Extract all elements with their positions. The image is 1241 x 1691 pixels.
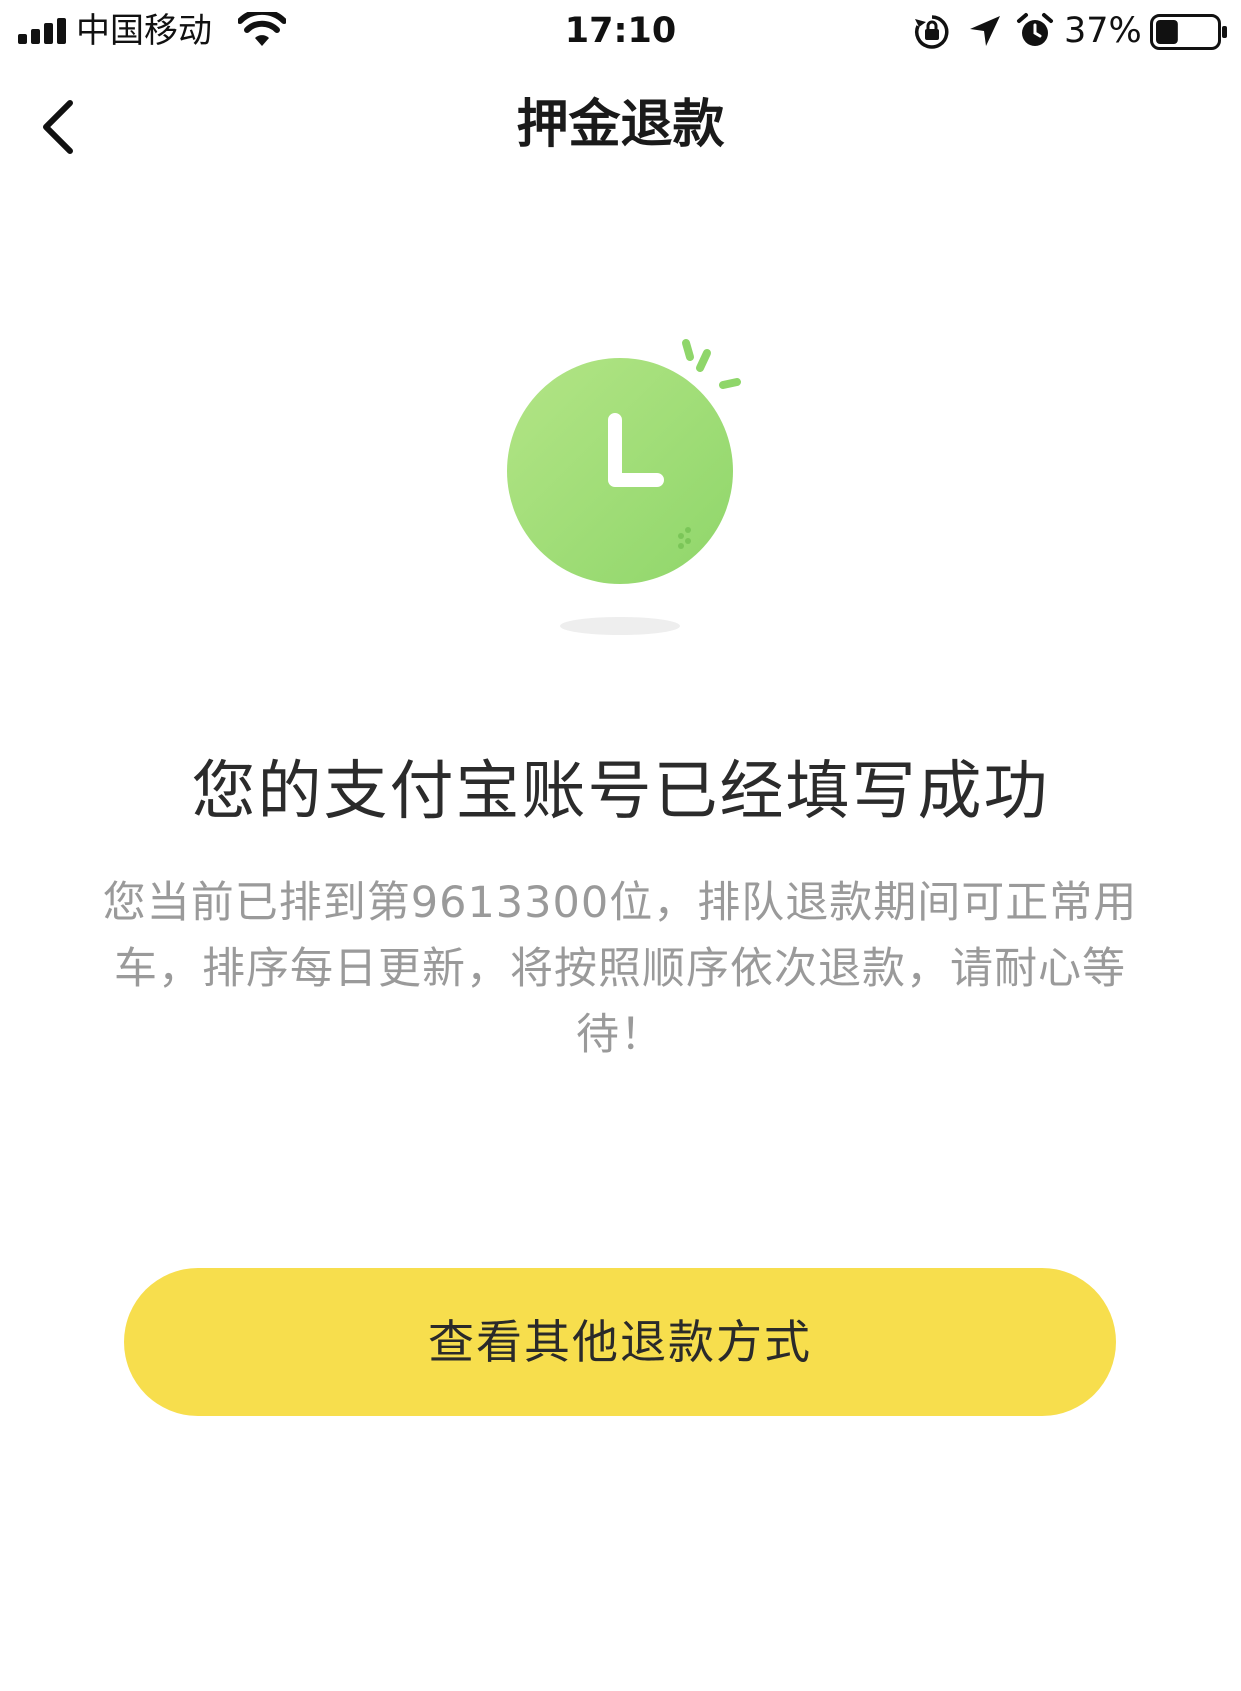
alarm-icon	[1017, 13, 1053, 46]
rotation-lock-icon	[915, 15, 949, 49]
success-headline: 您的支付宝账号已经填写成功	[191, 755, 1050, 829]
nav-bar: 押金退款	[0, 80, 1241, 170]
battery-icon	[1150, 14, 1227, 50]
page-title: 押金退款	[516, 95, 725, 155]
other-refund-methods-button[interactable]: 查看其他退款方式	[124, 1268, 1116, 1416]
clock-illustration	[500, 330, 760, 650]
battery-percent: 37%	[1064, 11, 1142, 51]
queue-description: 您当前已排到第9613300位，排队退款期间可正常用车，排序每日更新，将按照顺序…	[102, 878, 1138, 1060]
status-time: 17:10	[564, 11, 677, 51]
status-bar: 中国移动 17:10 37%	[0, 0, 1241, 64]
clock-icon	[507, 339, 741, 635]
location-arrow-icon	[970, 16, 1000, 46]
